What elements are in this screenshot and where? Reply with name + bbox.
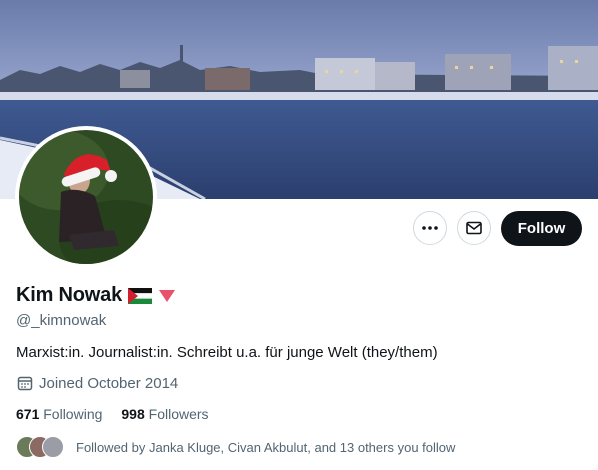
red-triangle-icon [159,289,176,302]
followed-by-avatars [16,436,64,458]
handle: @_kimnowak [16,312,107,329]
joined-date: Joined October 2014 [16,374,178,392]
follow-stats: 671 Following 998 Followers [16,406,209,422]
avatar[interactable] [15,126,157,268]
following-count: 671 [16,406,40,422]
name-row: Kim Nowak [16,284,176,307]
bio: Marxist:in. Journalist:in. Schreibt u.a.… [16,344,438,361]
following-label: Following [43,406,103,422]
message-button[interactable] [457,211,491,245]
joined-label: Joined October 2014 [39,374,179,392]
mini-avatar [42,436,64,458]
palestine-flag-icon [128,287,153,304]
following-link[interactable]: 671 Following [16,406,102,422]
calendar-icon [17,376,33,391]
followers-label: Followers [148,406,209,422]
followers-count: 998 [121,406,145,422]
more-button[interactable] [413,211,447,245]
followed-by-row[interactable]: Followed by Janka Kluge, Civan Akbulut, … [16,436,455,458]
display-name: Kim Nowak [16,284,123,306]
followers-link[interactable]: 998 Followers [121,406,208,422]
more-icon [422,226,438,230]
followed-by-text: Followed by Janka Kluge, Civan Akbulut, … [76,439,456,455]
follow-button[interactable]: Follow [501,211,582,246]
mail-icon [466,221,482,235]
avatar-image [19,130,153,264]
